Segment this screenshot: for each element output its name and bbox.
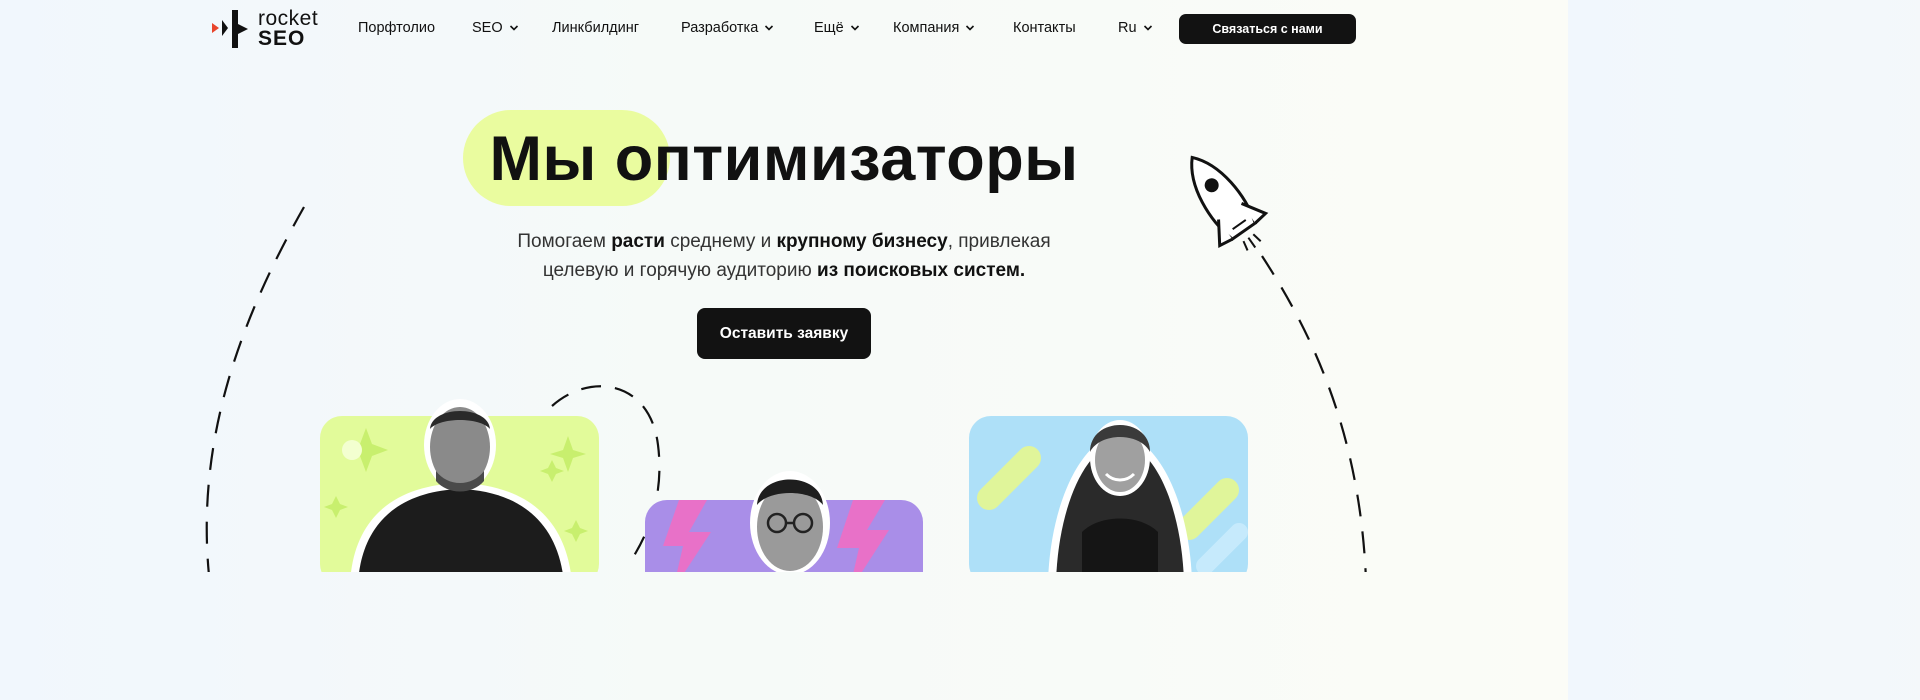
nav-label: Контакты bbox=[1013, 20, 1076, 36]
nav-label: Ещё bbox=[814, 20, 844, 36]
subtitle-part: среднему и bbox=[664, 231, 777, 252]
language-selector[interactable]: Ru bbox=[1118, 18, 1153, 38]
chevron-down-icon bbox=[850, 25, 859, 31]
team-member-photo-3 bbox=[1048, 420, 1192, 572]
contact-us-button[interactable]: Связаться с нами bbox=[1179, 14, 1356, 44]
nav-item-development[interactable]: Разработка bbox=[681, 18, 774, 38]
subtitle-part: , привлекая bbox=[947, 231, 1051, 252]
nav-item-company[interactable]: Компания bbox=[893, 18, 975, 38]
subtitle-part-bold: крупному бизнесу bbox=[776, 231, 948, 252]
site-header: rocket SEO Порфтолио SEO Линкбилдинг Раз… bbox=[0, 0, 1568, 56]
nav-label: Разработка bbox=[681, 20, 759, 36]
logo[interactable]: rocket SEO bbox=[212, 7, 332, 50]
chevron-down-icon bbox=[966, 25, 975, 31]
chevron-down-icon bbox=[509, 25, 518, 31]
hero-title: Мы оптимизаторы bbox=[489, 124, 1079, 194]
nav-item-more[interactable]: Ещё bbox=[814, 18, 860, 38]
team-member-photo-1 bbox=[351, 399, 571, 572]
nav-label: Линкбилдинг bbox=[552, 20, 640, 36]
nav-item-seo[interactable]: SEO bbox=[472, 18, 519, 38]
logo-icon bbox=[212, 10, 248, 48]
nav-label: Порфтолио bbox=[358, 20, 436, 36]
dashed-path-right bbox=[1261, 255, 1367, 572]
team-member-photo-2 bbox=[750, 471, 830, 572]
hero-subtitle: Помогаем расти среднему и крупному бизне… bbox=[384, 227, 1184, 285]
subtitle-part-bold: из поисковых систем. bbox=[817, 260, 1026, 281]
nav-item-linkbuilding[interactable]: Линкбилдинг bbox=[552, 18, 639, 38]
dashed-path-left bbox=[205, 206, 305, 572]
subtitle-part: целевую и горячую аудиторию bbox=[542, 260, 818, 281]
nav-item-portfolio[interactable]: Порфтолио bbox=[358, 18, 435, 38]
nav-label: SEO bbox=[472, 20, 503, 36]
leave-request-button[interactable]: Оставить заявку bbox=[697, 308, 871, 359]
page: rocket SEO Порфтолио SEO Линкбилдинг Раз… bbox=[0, 0, 1568, 572]
logo-text-seo: SEO bbox=[258, 27, 306, 50]
language-label: Ru bbox=[1118, 20, 1137, 36]
subtitle-part-bold: расти bbox=[611, 231, 665, 252]
subtitle-part: Помогаем bbox=[517, 231, 612, 252]
nav-item-contacts[interactable]: Контакты bbox=[1013, 18, 1076, 38]
nav-label: Компания bbox=[893, 20, 960, 36]
chevron-down-icon bbox=[765, 25, 774, 31]
chevron-down-icon bbox=[1143, 25, 1152, 31]
